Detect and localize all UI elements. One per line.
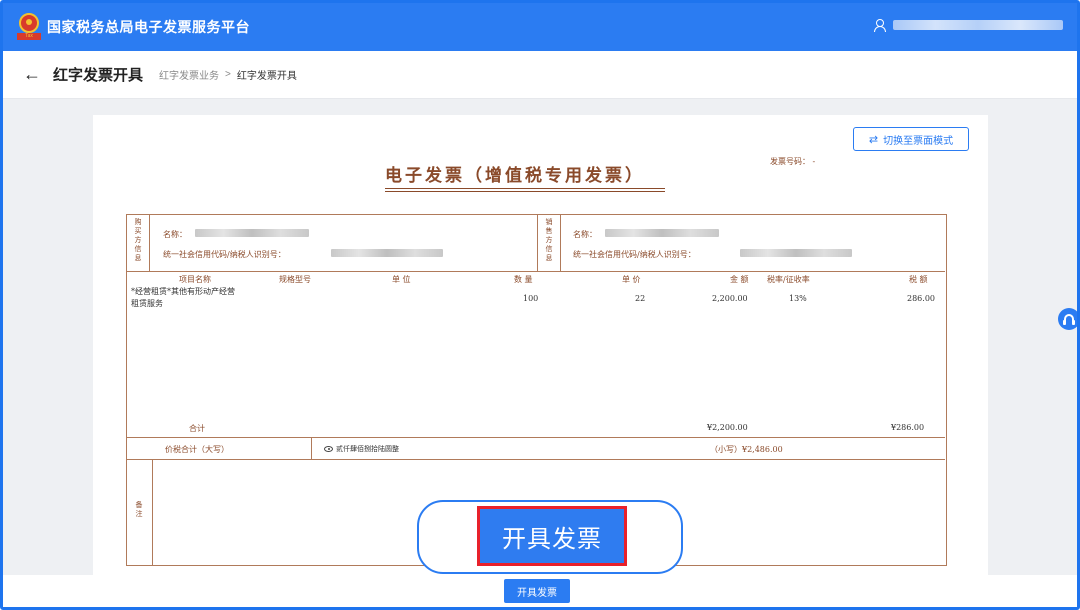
item-price: 22 — [635, 294, 646, 303]
seller-name-label: 名称： — [573, 230, 597, 239]
invoice-title: 电子发票（增值税专用发票） — [385, 166, 645, 186]
total-label: 价税合计（大写） — [165, 445, 229, 454]
user-name-redacted — [893, 20, 1063, 30]
swap-icon: ⇄ — [868, 133, 879, 146]
headset-icon — [1063, 314, 1075, 325]
item-name-line1: *经营租赁*其他有形动产经营 — [131, 287, 235, 296]
seller-section-label: 销售方信息 — [545, 218, 553, 262]
buyer-name-redacted — [195, 229, 309, 237]
column-header-tax-rate: 税率/征收率 — [767, 275, 810, 284]
app-title: 国家税务总局电子发票服务平台 — [47, 19, 250, 35]
user-icon — [873, 18, 886, 32]
divider — [152, 459, 153, 565]
seller-tax-id-redacted — [740, 249, 852, 257]
item-tax: 286.00 — [907, 294, 935, 303]
page-header: ← 红字发票开具 红字发票业务 > 红字发票开具 — [3, 51, 1077, 99]
user-menu[interactable] — [873, 18, 1063, 32]
remarks-label: 备注 — [135, 501, 143, 518]
column-header-item-name: 项目名称 — [179, 275, 211, 284]
customer-service-button[interactable] — [1058, 308, 1077, 330]
eye-icon — [324, 446, 333, 452]
buyer-name-label: 名称： — [163, 230, 187, 239]
breadcrumb-separator: > — [225, 69, 231, 80]
column-header-unit: 单 位 — [392, 275, 411, 284]
seller-tax-id-label: 统一社会信用代码/纳税人识别号： — [573, 250, 696, 259]
switch-mode-button[interactable]: ⇄ 切换至票面模式 — [853, 127, 969, 151]
tax-emblem-icon: Tax — [17, 13, 41, 41]
buyer-tax-id-label: 统一社会信用代码/纳税人识别号： — [163, 250, 286, 259]
item-quantity: 100 — [523, 294, 539, 303]
divider — [311, 437, 312, 459]
item-name-line2: 租赁服务 — [131, 299, 163, 308]
column-header-tax: 税 额 — [909, 275, 928, 284]
divider — [127, 437, 945, 438]
buyer-section-label: 购买方信息 — [134, 218, 142, 262]
breadcrumb-item[interactable]: 红字发票业务 — [159, 67, 219, 82]
divider — [537, 215, 538, 271]
column-header-amount: 金 额 — [730, 275, 749, 284]
issue-invoice-button-enlarged[interactable]: 开具发票 — [477, 506, 627, 566]
item-amount: 2,200.00 — [712, 294, 748, 303]
total-uppercase: 贰仟肆佰捌拾陆圆整 — [324, 444, 399, 454]
issue-invoice-button[interactable]: 开具发票 — [504, 579, 570, 603]
subtotal-label: 合计 — [189, 424, 205, 433]
invoice-number-label: 发票号码： - — [770, 157, 816, 166]
column-header-spec: 规格型号 — [279, 275, 311, 284]
arrow-left-icon[interactable]: ← — [23, 64, 41, 85]
top-bar: Tax 国家税务总局电子发票服务平台 — [3, 3, 1077, 51]
subtotal-amount: ¥2,200.00 — [707, 423, 748, 432]
seller-name-redacted — [605, 229, 719, 237]
total-small: （小写）¥2,486.00 — [710, 445, 783, 454]
divider — [149, 215, 150, 271]
switch-mode-label: 切换至票面模式 — [883, 135, 954, 147]
column-header-quantity: 数 量 — [514, 275, 533, 284]
divider — [127, 459, 945, 460]
column-header-price: 单 价 — [622, 275, 641, 284]
breadcrumb-current: 红字发票开具 — [236, 71, 297, 82]
divider — [127, 271, 945, 272]
divider — [560, 215, 561, 271]
page-title: 红字发票开具 — [53, 67, 144, 84]
subtotal-tax: ¥286.00 — [891, 423, 925, 432]
app-window: Tax 国家税务总局电子发票服务平台 ← 红字发票开具 红字发票业务 > 红字发… — [0, 0, 1080, 610]
buyer-tax-id-redacted — [331, 249, 443, 257]
title-underline — [385, 188, 665, 192]
item-tax-rate: 13% — [789, 294, 807, 303]
